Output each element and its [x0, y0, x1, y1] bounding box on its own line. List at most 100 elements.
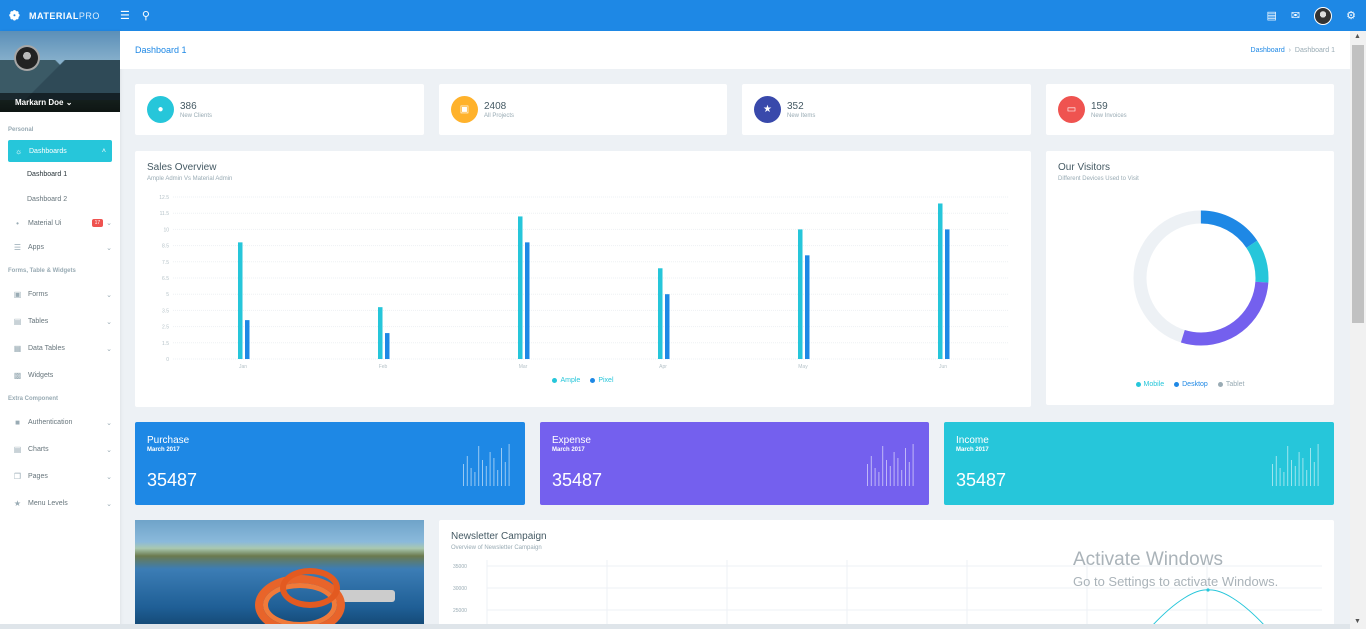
- star-icon: ★: [13, 499, 22, 508]
- sidebar-item-data-tables[interactable]: ▦ Data Tables ⌄: [0, 335, 120, 362]
- sparkline-bar: [1283, 472, 1285, 486]
- stat-label: New Invoices: [1091, 112, 1127, 119]
- bar-ample[interactable]: [938, 203, 943, 359]
- bar-pixel[interactable]: [805, 255, 810, 359]
- vertical-scrollbar[interactable]: ▲ ▼: [1350, 31, 1366, 629]
- top-navbar: ❁ MATERIALPRO ☰ ⚲ ▤ ✉ ⚙: [0, 0, 1366, 31]
- sidebar-item-dashboards[interactable]: ☼ Dashboards ˄: [8, 140, 112, 162]
- stat-card-projects: ▣ 2408 All Projects: [439, 84, 727, 135]
- menu-toggle-icon[interactable]: ☰: [120, 9, 130, 22]
- sparkline-bar: [1310, 448, 1311, 486]
- chevron-down-icon: ⌄: [106, 291, 112, 299]
- sparkline-bar: [497, 470, 499, 486]
- sparkline-bar: [493, 458, 495, 486]
- mail-icon[interactable]: ✉: [1291, 9, 1300, 22]
- bar-ample[interactable]: [518, 216, 523, 359]
- sidebar-item-pages[interactable]: ❐ Pages ⌄: [0, 463, 120, 490]
- tile-value: 35487: [147, 470, 198, 490]
- bar-ample[interactable]: [238, 242, 243, 359]
- y-tick-label: 8.5: [162, 244, 169, 250]
- x-tick-label: Feb: [379, 364, 388, 370]
- sidebar-subitem-dashboard-1[interactable]: Dashboard 1: [0, 162, 120, 187]
- bar-ample[interactable]: [658, 268, 663, 359]
- sparkline-bars: [463, 444, 510, 486]
- y-tick-label: 5: [166, 292, 169, 298]
- gauge-icon: ☼: [14, 146, 23, 156]
- y-tick-label: 3.5: [162, 308, 169, 314]
- stat-label: New Clients: [180, 112, 213, 119]
- purchase-tile: Purchase March 2017 35487: [135, 422, 525, 505]
- bar-pixel[interactable]: [245, 320, 250, 359]
- nav-caption-forms: Forms, Table & Widgets: [8, 268, 76, 274]
- sparkline-bar: [901, 470, 903, 486]
- stat-label: New Items: [787, 112, 816, 119]
- sidebar-item-label: Apps: [28, 244, 44, 251]
- sidebar-item-label: Dashboards: [29, 147, 67, 155]
- bar-pixel[interactable]: [385, 333, 390, 359]
- sidebar-item-menu-levels[interactable]: ★ Menu Levels ⌄: [0, 490, 120, 517]
- chevron-down-icon: ⌄: [106, 419, 112, 427]
- sparkline-bar: [874, 468, 876, 486]
- sidebar-item-widgets[interactable]: ▩ Widgets: [0, 362, 120, 389]
- x-tick-label: Jan: [239, 364, 247, 370]
- sidebar-item-authentication[interactable]: ■ Authentication ⌄: [0, 409, 120, 436]
- chevron-down-icon: ⌄: [106, 500, 112, 508]
- bar-ample[interactable]: [798, 229, 803, 359]
- scroll-up-arrow-icon[interactable]: ▲: [1354, 33, 1361, 40]
- settings-gear-icon[interactable]: ⚙: [1346, 9, 1356, 22]
- tile-month: March 2017: [147, 447, 180, 453]
- sparkline-bar: [905, 448, 906, 486]
- user-avatar[interactable]: [1314, 6, 1333, 25]
- sidebar-subitem-dashboard-2[interactable]: Dashboard 2: [0, 187, 120, 212]
- y-tick-label: 0: [166, 357, 169, 363]
- legend-item-tablet: Tablet: [1217, 381, 1245, 388]
- card-subtitle: Different Devices Used to Visit: [1058, 176, 1139, 182]
- sparkline-bar: [882, 446, 884, 486]
- brand-logo[interactable]: ❁ MATERIALPRO: [0, 8, 120, 23]
- chevron-down-icon: ⌄: [106, 244, 112, 252]
- y-tick-label: 6.5: [162, 276, 169, 282]
- stat-card-clients: ● 386 New Clients: [135, 84, 424, 135]
- tile-value: 35487: [956, 470, 1007, 490]
- message-icon[interactable]: ▤: [1267, 9, 1277, 22]
- sparkline-bars: [1272, 444, 1319, 486]
- sidebar-item-charts[interactable]: ▤ Charts ⌄: [0, 436, 120, 463]
- breadcrumb-link[interactable]: Dashboard: [1251, 47, 1285, 54]
- sidebar-item-label: Tables: [28, 318, 49, 325]
- page-title: Dashboard 1: [135, 45, 187, 55]
- stat-card-invoices: ▭ 159 New Invoices: [1046, 84, 1334, 135]
- sidebar-item-tables[interactable]: ▤ Tables ⌄: [0, 308, 120, 335]
- nav-caption-personal: Personal: [8, 127, 34, 133]
- profile-username[interactable]: Markarn Doe ⌄: [0, 93, 120, 112]
- sidebar-item-material-ui[interactable]: • Material Ui 17 ⌄: [0, 212, 120, 234]
- boat-rope-photo: [135, 520, 424, 629]
- grid-icon: ▦: [13, 344, 22, 353]
- sparkline-bar: [504, 462, 506, 486]
- visitors-legend: Mobile Desktop Tablet: [1058, 381, 1322, 388]
- sidebar-item-forms[interactable]: ▣ Forms ⌄: [0, 281, 120, 308]
- tile-month: March 2017: [552, 447, 585, 453]
- bar-ample[interactable]: [378, 307, 383, 359]
- sparkline-bar: [1275, 456, 1277, 486]
- y-tick-label: 11.5: [160, 211, 170, 217]
- horizontal-scrollbar[interactable]: [0, 624, 1350, 629]
- bar-pixel[interactable]: [945, 229, 950, 359]
- sparkline-bar: [886, 460, 887, 486]
- sparkline-bar: [878, 472, 880, 486]
- bar-pixel[interactable]: [525, 242, 530, 359]
- sparkline-bar: [1302, 458, 1304, 486]
- tile-title: Purchase: [147, 435, 190, 446]
- sidebar-item-apps[interactable]: ☰ Apps ⌄: [0, 234, 120, 261]
- sparkline-bar: [463, 464, 464, 486]
- scroll-down-arrow-icon[interactable]: ▼: [1354, 618, 1361, 625]
- stat-label: All Projects: [484, 112, 515, 119]
- sidebar-item-label: Widgets: [28, 372, 54, 379]
- scrollbar-thumb[interactable]: [1352, 45, 1364, 323]
- sparkline-bar: [1279, 468, 1281, 486]
- sidebar-item-label: Authentication: [28, 419, 73, 426]
- star-circle-icon: ★: [754, 96, 781, 123]
- bar-pixel[interactable]: [665, 294, 670, 359]
- stat-card-items: ★ 352 New Items: [742, 84, 1031, 135]
- search-icon[interactable]: ⚲: [142, 9, 150, 22]
- grid-list-icon: ☰: [13, 243, 22, 252]
